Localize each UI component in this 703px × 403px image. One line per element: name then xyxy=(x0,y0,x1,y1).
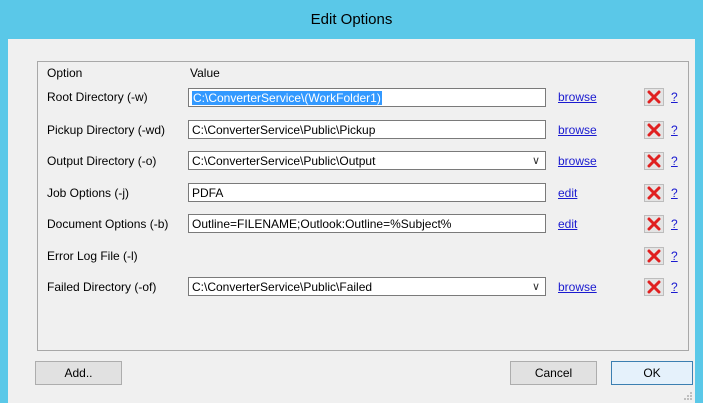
root-directory-label: Root Directory (-w) xyxy=(47,90,148,104)
pickup-directory-delete-button[interactable] xyxy=(644,121,664,139)
output-directory-browse-link[interactable]: browse xyxy=(558,154,597,168)
output-directory-value: C:\ConverterService\Public\Output xyxy=(192,153,376,168)
job-options-field[interactable]: PDFA xyxy=(188,183,546,202)
red-x-icon xyxy=(647,249,661,263)
title-bar[interactable]: Edit Options xyxy=(0,0,703,38)
red-x-icon xyxy=(647,217,661,231)
error-log-file-label: Error Log File (-l) xyxy=(47,249,138,263)
output-directory-help-link[interactable]: ? xyxy=(671,154,678,168)
pickup-directory-field[interactable]: C:\ConverterService\Public\Pickup xyxy=(188,120,546,139)
cancel-button[interactable]: Cancel xyxy=(510,361,597,385)
window-title: Edit Options xyxy=(310,10,393,28)
red-x-icon xyxy=(647,280,661,294)
resize-grip-icon[interactable] xyxy=(683,391,693,401)
add-button[interactable]: Add.. xyxy=(35,361,122,385)
failed-directory-label: Failed Directory (-of) xyxy=(47,280,157,294)
root-directory-field[interactable]: C:\ConverterService\(WorkFolder1) xyxy=(188,88,546,107)
pickup-directory-browse-link[interactable]: browse xyxy=(558,123,597,137)
output-directory-combobox[interactable]: C:\ConverterService\Public\Output ∨ xyxy=(188,151,546,170)
root-directory-help-link[interactable]: ? xyxy=(671,90,678,104)
red-x-icon xyxy=(647,123,661,137)
root-directory-delete-button[interactable] xyxy=(644,88,664,106)
chevron-down-icon[interactable]: ∨ xyxy=(532,154,540,167)
job-options-edit-link[interactable]: edit xyxy=(558,186,577,200)
job-options-delete-button[interactable] xyxy=(644,184,664,202)
options-panel: Option Value Root Directory (-w) C:\Conv… xyxy=(37,61,689,351)
error-log-file-delete-button[interactable] xyxy=(644,247,664,265)
pickup-directory-help-link[interactable]: ? xyxy=(671,123,678,137)
red-x-icon xyxy=(647,154,661,168)
failed-directory-help-link[interactable]: ? xyxy=(671,280,678,294)
column-header-option: Option xyxy=(47,66,83,80)
document-options-edit-link[interactable]: edit xyxy=(558,217,577,231)
root-directory-value: C:\ConverterService\(WorkFolder1) xyxy=(192,90,382,105)
failed-directory-value: C:\ConverterService\Public\Failed xyxy=(192,279,373,294)
edit-options-window: Edit Options Option Value Root Directory… xyxy=(0,0,703,403)
pickup-directory-value: C:\ConverterService\Public\Pickup xyxy=(192,122,376,137)
root-directory-browse-link[interactable]: browse xyxy=(558,90,597,104)
red-x-icon xyxy=(647,186,661,200)
document-options-delete-button[interactable] xyxy=(644,215,664,233)
job-options-value: PDFA xyxy=(192,185,224,200)
error-log-file-help-link[interactable]: ? xyxy=(671,249,678,263)
pickup-directory-label: Pickup Directory (-wd) xyxy=(47,123,166,137)
document-options-help-link[interactable]: ? xyxy=(671,217,678,231)
document-options-field[interactable]: Outline=FILENAME;Outlook:Outline=%Subjec… xyxy=(188,214,546,233)
chevron-down-icon[interactable]: ∨ xyxy=(532,280,540,293)
column-header-value: Value xyxy=(190,66,220,80)
failed-directory-browse-link[interactable]: browse xyxy=(558,280,597,294)
job-options-label: Job Options (-j) xyxy=(47,186,130,200)
output-directory-delete-button[interactable] xyxy=(644,152,664,170)
ok-button[interactable]: OK xyxy=(611,361,693,385)
document-options-label: Document Options (-b) xyxy=(47,217,169,231)
failed-directory-delete-button[interactable] xyxy=(644,278,664,296)
document-options-value: Outline=FILENAME;Outlook:Outline=%Subjec… xyxy=(192,216,452,231)
red-x-icon xyxy=(647,90,661,104)
dialog-client-area: Option Value Root Directory (-w) C:\Conv… xyxy=(8,39,695,403)
job-options-help-link[interactable]: ? xyxy=(671,186,678,200)
failed-directory-combobox[interactable]: C:\ConverterService\Public\Failed ∨ xyxy=(188,277,546,296)
output-directory-label: Output Directory (-o) xyxy=(47,154,157,168)
